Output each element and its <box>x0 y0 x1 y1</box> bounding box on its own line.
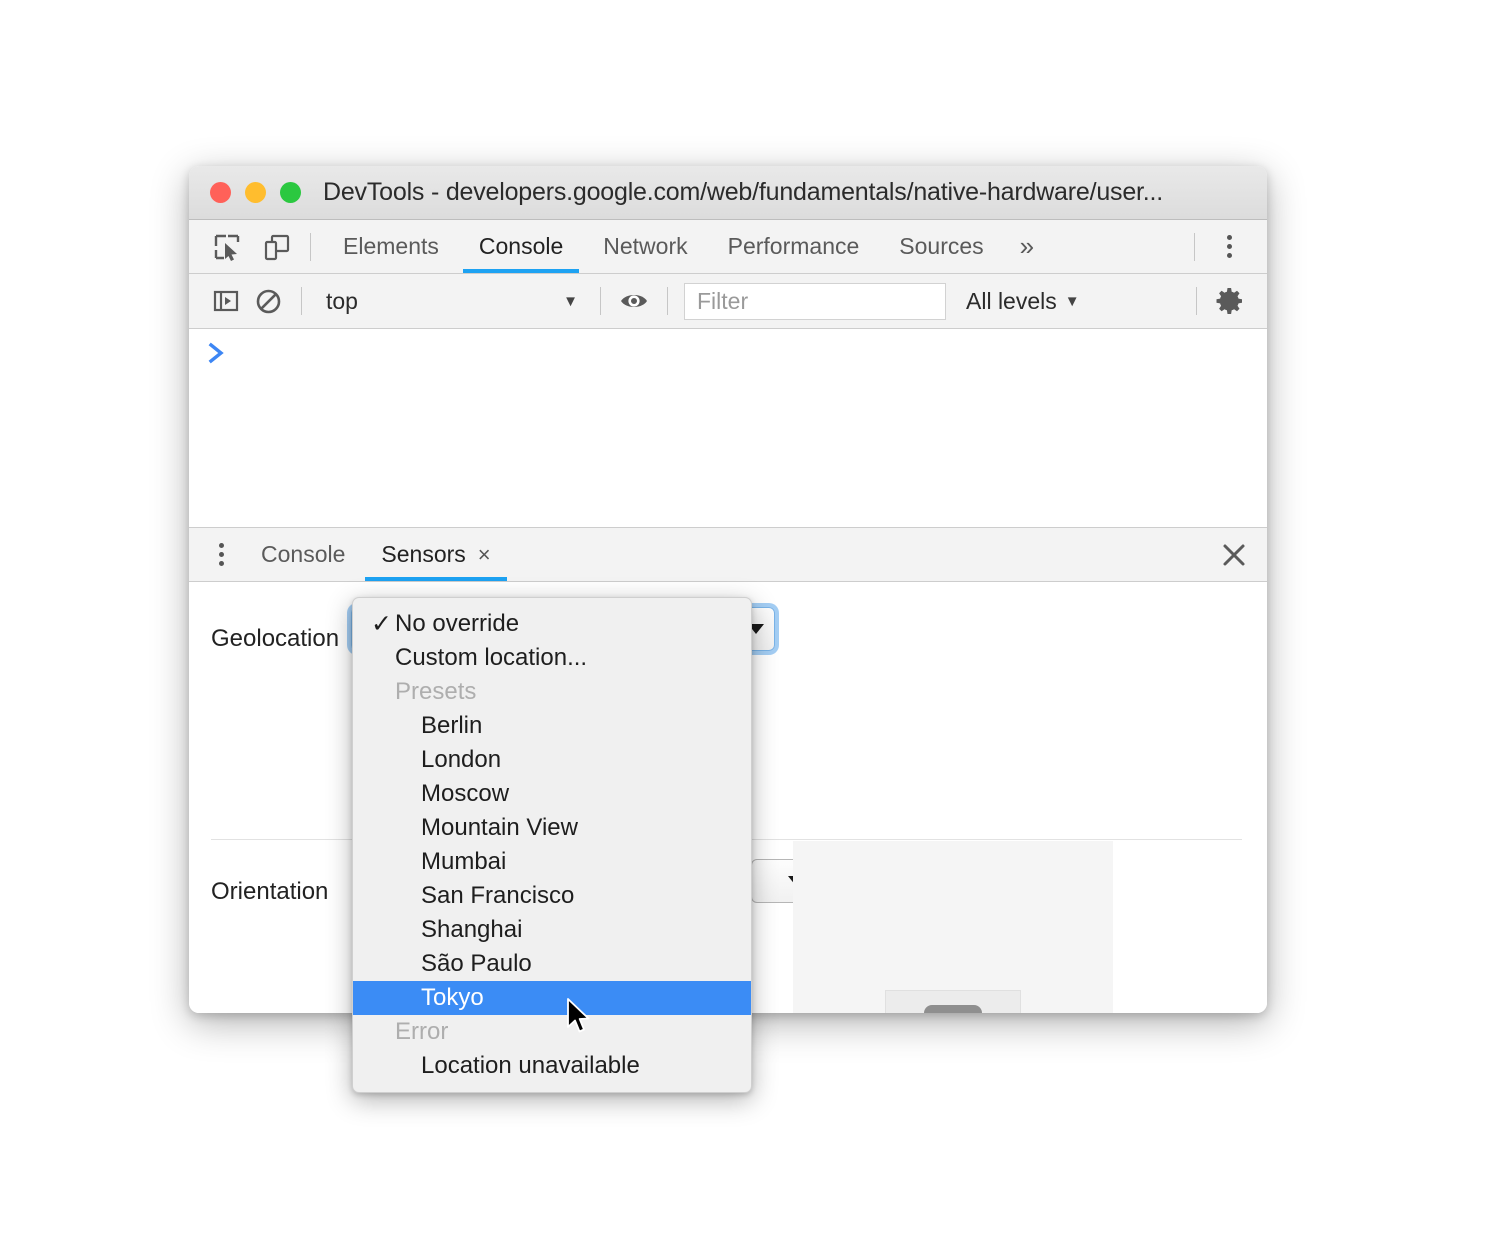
log-levels-select[interactable]: All levels ▼ <box>960 281 1086 321</box>
tabbar-divider <box>310 232 311 261</box>
more-tabs-chevron-icon[interactable]: » <box>1004 220 1050 273</box>
menu-item-option[interactable]: Mumbai <box>353 845 751 879</box>
main-menu-kebab-icon[interactable] <box>1207 227 1251 267</box>
tab-elements[interactable]: Elements <box>323 220 459 273</box>
chevron-down-icon: ▼ <box>563 292 578 310</box>
filter-input[interactable]: Filter <box>684 282 946 320</box>
tab-sources[interactable]: Sources <box>879 220 1003 273</box>
clear-console-icon[interactable] <box>247 281 289 321</box>
execution-context-value: top <box>326 287 358 314</box>
menu-group-header: Error <box>353 1015 751 1049</box>
menu-group-header: Presets <box>353 675 751 709</box>
log-levels-value: All levels <box>966 287 1057 314</box>
tabbar-right-divider <box>1194 232 1195 261</box>
tabbar-right-group <box>1182 227 1267 267</box>
menu-item-label: San Francisco <box>421 882 575 909</box>
menu-item-option[interactable]: Custom location... <box>353 641 751 675</box>
menu-item-option[interactable]: London <box>353 743 751 777</box>
drawer-more-tools-kebab-icon[interactable] <box>199 533 243 577</box>
menu-item-option[interactable]: Tokyo <box>353 981 751 1015</box>
minimize-window-button[interactable] <box>245 182 266 203</box>
drawer-tab-sensors-label: Sensors <box>381 541 466 567</box>
console-output-area[interactable] <box>189 329 1267 528</box>
tab-console-label: Console <box>478 233 564 259</box>
console-filter-toolbar: top ▼ Filter All levels ▼ <box>189 274 1267 329</box>
geolocation-label: Geolocation <box>211 625 340 652</box>
filterbar-divider-4 <box>1196 287 1197 315</box>
drawer-tab-sensors[interactable]: Sensors × <box>363 528 508 581</box>
tab-network-label: Network <box>603 233 688 259</box>
tab-performance-label: Performance <box>727 233 860 259</box>
geolocation-dropdown-menu[interactable]: ✓ No override Custom location... Presets Ber… <box>352 597 752 1093</box>
panel-tab-list: Elements Console Network Performance Sou… <box>323 220 1050 273</box>
window-titlebar: DevTools - developers.google.com/web/fun… <box>189 166 1267 220</box>
menu-item-option[interactable]: São Paulo <box>353 947 751 981</box>
filterbar-divider-3 <box>667 287 668 315</box>
drawer-tab-console[interactable]: Console <box>243 528 363 581</box>
window-title: DevTools - developers.google.com/web/fun… <box>323 178 1164 206</box>
device-phone-notch <box>924 1005 982 1013</box>
menu-item-option[interactable]: Mountain View <box>353 811 751 845</box>
device-toolbar-icon[interactable] <box>256 227 298 267</box>
menu-item-label: Shanghai <box>421 916 523 943</box>
menu-item-label: Presets <box>395 678 477 705</box>
chevron-down-icon: ▼ <box>1064 292 1080 310</box>
menu-item-option[interactable]: Shanghai <box>353 913 751 947</box>
menu-item-label: São Paulo <box>421 950 532 977</box>
orientation-label: Orientation <box>211 878 329 905</box>
tab-sources-label: Sources <box>899 233 984 259</box>
close-window-button[interactable] <box>210 182 231 203</box>
menu-item-option[interactable]: San Francisco <box>353 879 751 913</box>
menu-item-label: Mountain View <box>421 814 578 841</box>
menu-item-label: No override <box>395 610 520 637</box>
menu-item-option[interactable]: Location unavailable <box>353 1049 751 1083</box>
orientation-device-preview[interactable] <box>793 841 1113 1013</box>
close-icon[interactable]: × <box>478 543 491 566</box>
panel-tabbar: Elements Console Network Performance Sou… <box>189 220 1267 274</box>
drawer-tab-console-label: Console <box>261 541 346 567</box>
tab-performance[interactable]: Performance <box>708 220 880 273</box>
execution-context-select[interactable]: top ▼ <box>314 281 588 321</box>
close-drawer-icon[interactable] <box>1221 542 1247 568</box>
maximize-window-button[interactable] <box>280 182 301 203</box>
filterbar-divider-1 <box>301 287 302 315</box>
menu-item-label: Error <box>395 1018 449 1045</box>
check-icon: ✓ <box>371 609 392 638</box>
inspect-element-icon[interactable] <box>206 227 248 267</box>
menu-item-label: Moscow <box>421 780 510 807</box>
tab-console[interactable]: Console <box>459 220 583 273</box>
traffic-light-group <box>189 182 301 203</box>
tab-elements-label: Elements <box>343 233 439 259</box>
settings-gear-icon[interactable] <box>1209 281 1251 321</box>
menu-item-label: Berlin <box>421 712 483 739</box>
drawer-tab-list: Console Sensors × <box>243 528 509 581</box>
filterbar-right-group <box>1184 281 1267 321</box>
tabbar-icon-group <box>189 227 298 267</box>
eye-icon[interactable] <box>613 281 655 321</box>
filterbar-divider-2 <box>600 287 601 315</box>
console-sidebar-icon[interactable] <box>205 281 247 321</box>
menu-item-label: Location unavailable <box>421 1052 640 1079</box>
drawer-tabbar: Console Sensors × <box>189 528 1267 582</box>
menu-item-label: Tokyo <box>421 984 484 1011</box>
menu-item-option[interactable]: ✓ No override <box>353 607 751 641</box>
menu-item-option[interactable]: Berlin <box>353 709 751 743</box>
console-prompt-chevron-icon <box>207 341 227 365</box>
menu-item-label: Custom location... <box>395 644 588 671</box>
menu-item-option[interactable]: Moscow <box>353 777 751 811</box>
menu-item-label: London <box>421 746 502 773</box>
menu-item-label: Mumbai <box>421 848 507 875</box>
device-phone-illustration <box>885 990 1021 1013</box>
tab-network[interactable]: Network <box>583 220 707 273</box>
